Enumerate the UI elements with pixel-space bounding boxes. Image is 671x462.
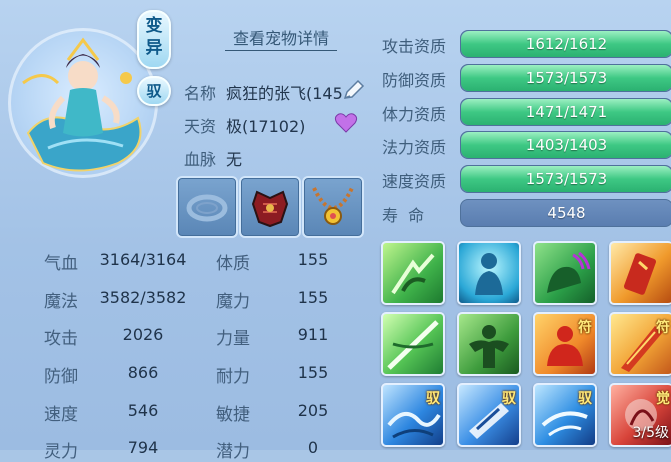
necklace-icon [312, 187, 354, 225]
skill-slot[interactable] [457, 241, 521, 305]
aptitude-bar: 1471/1471 [460, 98, 671, 126]
strength-skill-icon [469, 325, 509, 368]
stat-label: 气血 [44, 254, 78, 274]
lifespan-label: 寿 命 [382, 206, 425, 225]
slash-skill-icon [387, 320, 439, 370]
aptitude-label: 法力资质 [382, 138, 447, 157]
skill-slot[interactable] [609, 241, 671, 305]
skill-badge: 符 [656, 320, 670, 336]
aptitude-bar: 1403/1403 [460, 131, 671, 159]
scroll-charm-skill-icon [624, 253, 656, 295]
skill-slot[interactable] [457, 312, 521, 376]
aptitude-bar: 1573/1573 [460, 165, 671, 193]
stat-value: 0 [307, 438, 319, 457]
stat-value: 794 [127, 438, 159, 457]
stat-value: 155 [297, 363, 329, 382]
skill-badge: 驭 [502, 391, 516, 407]
collar-icon [186, 194, 228, 222]
awaken-level: 3/5级 [632, 425, 669, 441]
stat-value: 155 [297, 250, 329, 269]
skill-slot[interactable] [533, 241, 597, 305]
skill-slot-awaken[interactable]: 觉 3/5级 [609, 383, 671, 447]
skill-badge: 驭 [426, 391, 440, 407]
skill-slot[interactable]: 符 [609, 312, 671, 376]
armor-icon [251, 190, 289, 228]
talent-label: 天资 [184, 117, 217, 136]
bloodline-label: 血脉 [184, 150, 217, 169]
stat-label: 防御 [44, 367, 78, 387]
lifespan-bar: 4548 [460, 199, 671, 227]
spirit-figure-skill-icon [475, 253, 503, 295]
stat-value: 205 [297, 401, 329, 420]
stat-value: 911 [297, 325, 329, 344]
aptitude-bar: 1612/1612 [460, 30, 671, 58]
aptitude-value: 1471/1471 [525, 103, 608, 121]
skill-slot[interactable]: 驭 [533, 383, 597, 447]
aptitude-label: 防御资质 [382, 71, 447, 90]
equip-slot-armor[interactable] [239, 176, 301, 238]
pet-portrait [8, 28, 158, 178]
skill-slot[interactable] [381, 241, 445, 305]
stat-label: 攻击 [44, 329, 78, 349]
aptitude-value: 1612/1612 [525, 35, 608, 53]
aptitude-label: 攻击资质 [382, 37, 447, 56]
stat-value: 3582/3582 [99, 288, 187, 307]
stat-label: 力量 [216, 329, 250, 349]
aptitude-value: 1573/1573 [525, 69, 608, 87]
equip-slot-necklace[interactable] [302, 176, 364, 238]
stat-label: 耐力 [216, 367, 250, 387]
name-label: 名称 [184, 84, 217, 103]
skill-slot[interactable] [381, 312, 445, 376]
skill-slot[interactable]: 驭 [381, 383, 445, 447]
stat-value: 155 [297, 288, 329, 307]
stat-value: 546 [127, 401, 159, 420]
skill-slot[interactable]: 符 [533, 312, 597, 376]
aptitude-label: 体力资质 [382, 105, 447, 124]
aptitude-value: 1573/1573 [525, 170, 608, 188]
variant-badge: 变异 [137, 10, 171, 69]
skill-slot[interactable]: 驭 [457, 383, 521, 447]
stat-label: 魔法 [44, 292, 78, 312]
stat-label: 敏捷 [216, 405, 250, 425]
aptitude-bar: 1573/1573 [460, 64, 671, 92]
talent-value: 极(17102) [226, 117, 306, 136]
aptitude-label: 速度资质 [382, 172, 447, 191]
lifespan-value: 4548 [547, 204, 586, 222]
equip-slot-collar[interactable] [176, 176, 238, 238]
stat-label: 魔力 [216, 292, 250, 312]
stat-value: 3164/3164 [99, 250, 187, 269]
skill-badge: 驭 [578, 391, 592, 407]
dash-strike-skill-icon [391, 253, 435, 295]
stat-label: 体质 [216, 254, 250, 274]
aptitude-value: 1403/1403 [525, 136, 608, 154]
heart-icon[interactable] [334, 112, 358, 134]
pet-avatar-image [22, 37, 142, 172]
skill-badge: 觉 [656, 391, 670, 407]
beast-claw-skill-icon [547, 251, 591, 293]
view-pet-details-link[interactable]: 查看宠物详情 [225, 28, 337, 51]
pet-name-value: 疯狂的张飞(145) [226, 84, 344, 103]
mount-badge: 驭 [137, 76, 171, 106]
pet-info-panel: 变异 驭 查看宠物详情 名称 疯狂的张飞(145) 天资 极(17102) 血脉… [0, 0, 671, 462]
skill-badge: 符 [578, 320, 592, 336]
stat-label: 速度 [44, 405, 78, 425]
variant-badge-text: 变异 [145, 16, 163, 58]
stat-value: 866 [127, 363, 159, 382]
stat-value: 2026 [122, 325, 164, 344]
bloodline-value: 无 [226, 150, 243, 169]
edit-name-icon[interactable] [340, 78, 366, 104]
